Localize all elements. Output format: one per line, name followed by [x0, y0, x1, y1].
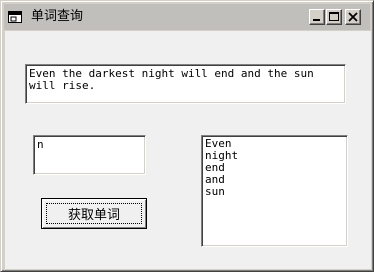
list-item[interactable]: end — [205, 162, 344, 174]
minimize-button[interactable] — [309, 9, 325, 25]
app-window-icon — [8, 11, 22, 23]
focus-rectangle — [46, 203, 142, 224]
title-bar[interactable]: 单词查询 — [4, 4, 370, 30]
list-item[interactable]: sun — [205, 186, 344, 198]
sentence-textbox[interactable]: Even the darkest night will end and the … — [25, 64, 346, 104]
word-result-list[interactable]: Even night end and sun — [201, 135, 348, 247]
window-title: 单词查询 — [31, 9, 84, 24]
word-input[interactable]: n — [33, 135, 146, 175]
app-window: 单词查询 Even the darkest night will end and… — [0, 0, 374, 272]
maximize-button[interactable] — [326, 9, 342, 25]
minimize-icon — [313, 19, 320, 21]
form-client-area: Even the darkest night will end and the … — [5, 31, 371, 269]
maximize-icon — [329, 12, 339, 21]
get-words-button[interactable]: 获取单词 — [41, 198, 147, 229]
list-item[interactable]: night — [205, 150, 344, 162]
list-item[interactable]: and — [205, 174, 344, 186]
close-button[interactable] — [345, 9, 361, 25]
close-icon — [348, 12, 358, 22]
